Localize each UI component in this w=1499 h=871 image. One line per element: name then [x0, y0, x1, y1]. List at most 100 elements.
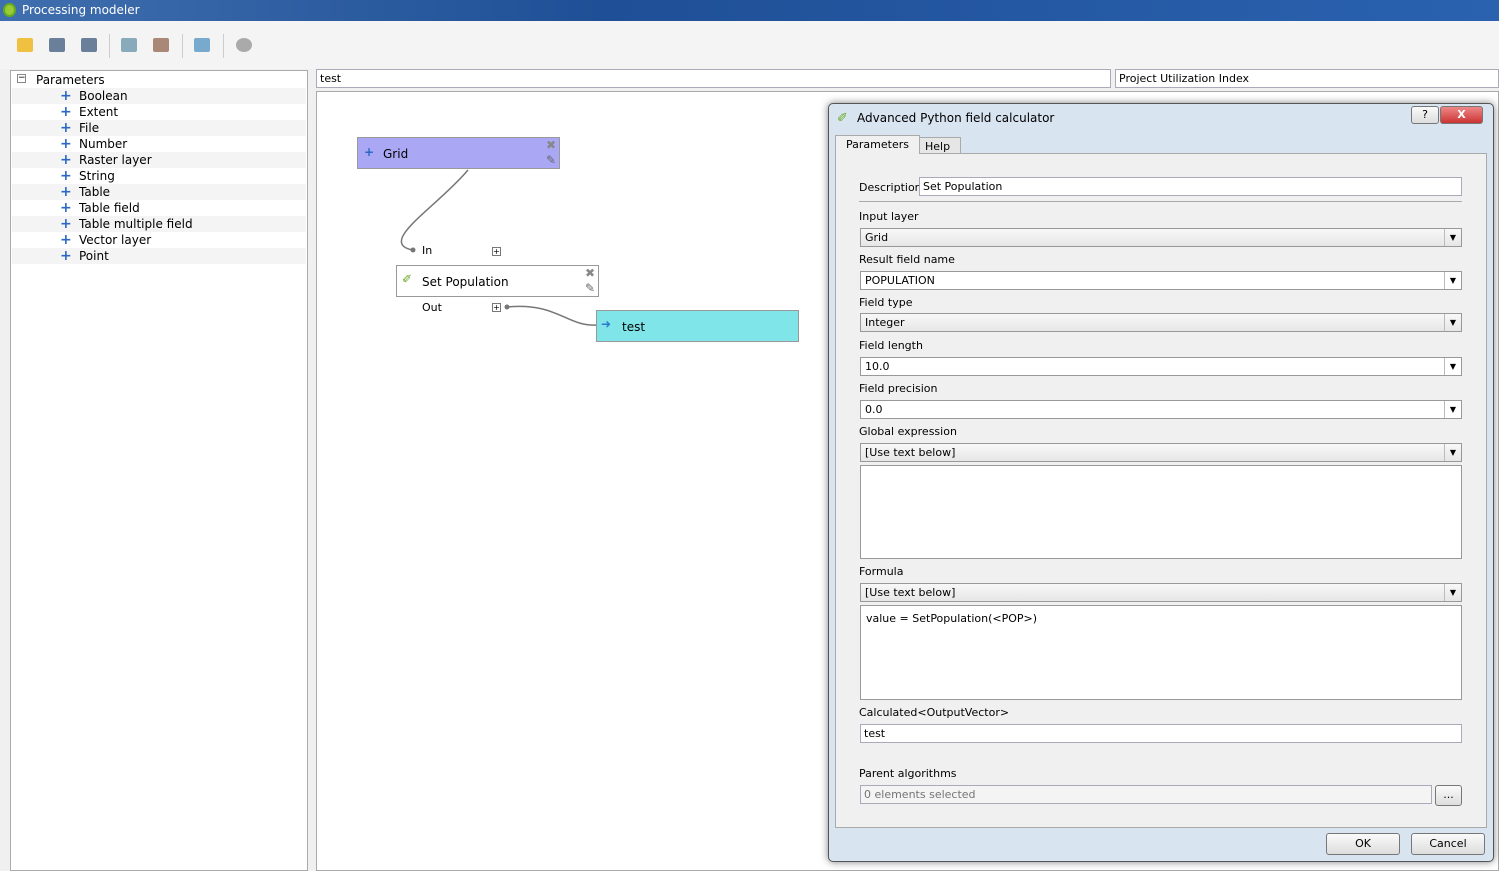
model-group-input[interactable]: [1115, 69, 1499, 88]
toolbar-separator: [182, 34, 183, 58]
tree-root-parameters[interactable]: Parameters: [36, 73, 105, 87]
save-icon[interactable]: [49, 38, 65, 52]
node-label: Set Population: [422, 275, 509, 289]
param-label: Number: [79, 137, 128, 151]
output-port-label: Out: [422, 301, 442, 314]
parent-algorithms-label: Parent algorithms: [859, 767, 957, 780]
node-label: test: [622, 320, 646, 334]
global-expression-label: Global expression: [859, 425, 957, 438]
plus-icon: +: [60, 104, 72, 120]
tab-help[interactable]: Help: [914, 137, 962, 154]
plus-icon: +: [60, 200, 72, 216]
dialog-title: Advanced Python field calculator: [857, 111, 1055, 125]
run-icon[interactable]: [236, 38, 252, 52]
node-label: Grid: [383, 147, 409, 161]
field-length-input[interactable]: 10.0 ▼: [860, 357, 1462, 376]
expand-icon[interactable]: +: [492, 247, 501, 256]
chevron-down-icon: ▼: [1444, 229, 1461, 246]
select-value: 10.0: [865, 360, 890, 373]
select-value: [Use text below]: [865, 586, 956, 599]
algorithm-dialog: ✐ Advanced Python field calculator ? X P…: [828, 103, 1494, 862]
delete-icon[interactable]: ✖: [546, 138, 556, 152]
field-type-select[interactable]: Integer ▼: [860, 313, 1462, 332]
param-item[interactable]: + Number: [12, 136, 306, 152]
param-item[interactable]: + Raster layer: [12, 152, 306, 168]
chevron-down-icon: ▼: [1444, 358, 1461, 375]
field-precision-label: Field precision: [859, 382, 938, 395]
select-value: POPULATION: [865, 274, 935, 287]
tab-parameters[interactable]: Parameters: [835, 135, 920, 154]
param-label: Extent: [79, 105, 119, 119]
expand-icon[interactable]: +: [492, 303, 501, 312]
param-item[interactable]: + Table multiple field: [12, 216, 306, 232]
plus-icon: +: [60, 232, 72, 248]
delete-icon[interactable]: ✖: [585, 266, 595, 280]
param-label: Point: [79, 249, 109, 263]
divider: [859, 201, 1462, 202]
save-as-icon[interactable]: [81, 38, 97, 52]
edit-help-icon[interactable]: [194, 38, 210, 52]
param-item[interactable]: + Table field: [12, 200, 306, 216]
select-value: [Use text below]: [865, 446, 956, 459]
param-label: Boolean: [79, 89, 128, 103]
connection-dot: [410, 247, 416, 253]
plus-icon: +: [60, 136, 72, 152]
plus-icon: +: [60, 216, 72, 232]
result-field-input[interactable]: POPULATION ▼: [860, 271, 1462, 290]
param-item[interactable]: + Point: [12, 248, 306, 264]
plus-icon: +: [60, 120, 72, 136]
description-input[interactable]: [919, 177, 1462, 196]
window-title: Processing modeler: [22, 3, 140, 17]
param-label: Raster layer: [79, 153, 152, 167]
global-expression-textarea[interactable]: [860, 465, 1462, 559]
close-button[interactable]: X: [1440, 106, 1483, 124]
chevron-down-icon: ▼: [1444, 401, 1461, 418]
select-value: 0.0: [865, 403, 883, 416]
chevron-down-icon: ▼: [1444, 272, 1461, 289]
parent-algorithms-input[interactable]: [860, 785, 1432, 804]
description-label: Description: [859, 181, 922, 194]
chevron-down-icon: ▼: [1444, 314, 1461, 331]
cancel-button[interactable]: Cancel: [1411, 833, 1485, 855]
node-grid-input[interactable]: + Grid ✖ ✎: [357, 137, 560, 169]
param-item[interactable]: + File: [12, 120, 306, 136]
formula-select[interactable]: [Use text below] ▼: [860, 583, 1462, 602]
param-label: Vector layer: [79, 233, 152, 247]
model-name-input[interactable]: [316, 69, 1111, 88]
export-python-icon[interactable]: [153, 38, 169, 52]
param-label: Table multiple field: [79, 217, 193, 231]
export-image-icon[interactable]: [121, 38, 137, 52]
param-item[interactable]: + Table: [12, 184, 306, 200]
open-icon[interactable]: [17, 38, 33, 52]
select-parents-button[interactable]: ...: [1435, 785, 1462, 806]
input-layer-select[interactable]: Grid ▼: [860, 228, 1462, 247]
formula-textarea[interactable]: value = SetPopulation(<POP>): [860, 605, 1462, 700]
node-set-population[interactable]: ✐ Set Population ✖ ✎: [396, 265, 599, 297]
param-label: Table field: [79, 201, 140, 215]
input-layer-label: Input layer: [859, 210, 919, 223]
param-item[interactable]: + String: [12, 168, 306, 184]
edit-icon[interactable]: ✎: [546, 153, 556, 167]
select-value: Grid: [865, 231, 889, 244]
toolbar: [0, 21, 1499, 69]
ok-button[interactable]: OK: [1326, 833, 1400, 855]
help-button[interactable]: ?: [1411, 106, 1439, 124]
toolbar-separator: [109, 34, 110, 58]
param-item[interactable]: + Boolean: [12, 88, 306, 104]
collapse-icon[interactable]: −: [17, 74, 26, 83]
global-expression-select[interactable]: [Use text below] ▼: [860, 443, 1462, 462]
input-port-label: In: [422, 244, 433, 257]
plus-icon: +: [60, 152, 72, 168]
qgis-logo-icon: [3, 3, 16, 17]
param-item[interactable]: + Extent: [12, 104, 306, 120]
node-output-test[interactable]: ➜ test: [596, 310, 799, 342]
plus-icon: +: [60, 88, 72, 104]
parameters-tree: − Parameters + Boolean + Extent + File + Num…: [10, 70, 308, 871]
formula-label: Formula: [859, 565, 904, 578]
parameters-panel: Description Input layer Grid ▼ Result fie…: [835, 153, 1487, 828]
field-precision-input[interactable]: 0.0 ▼: [860, 400, 1462, 419]
edit-icon[interactable]: ✎: [585, 281, 595, 295]
field-type-label: Field type: [859, 296, 913, 309]
param-item[interactable]: + Vector layer: [12, 232, 306, 248]
calculated-output-input[interactable]: [860, 724, 1462, 743]
